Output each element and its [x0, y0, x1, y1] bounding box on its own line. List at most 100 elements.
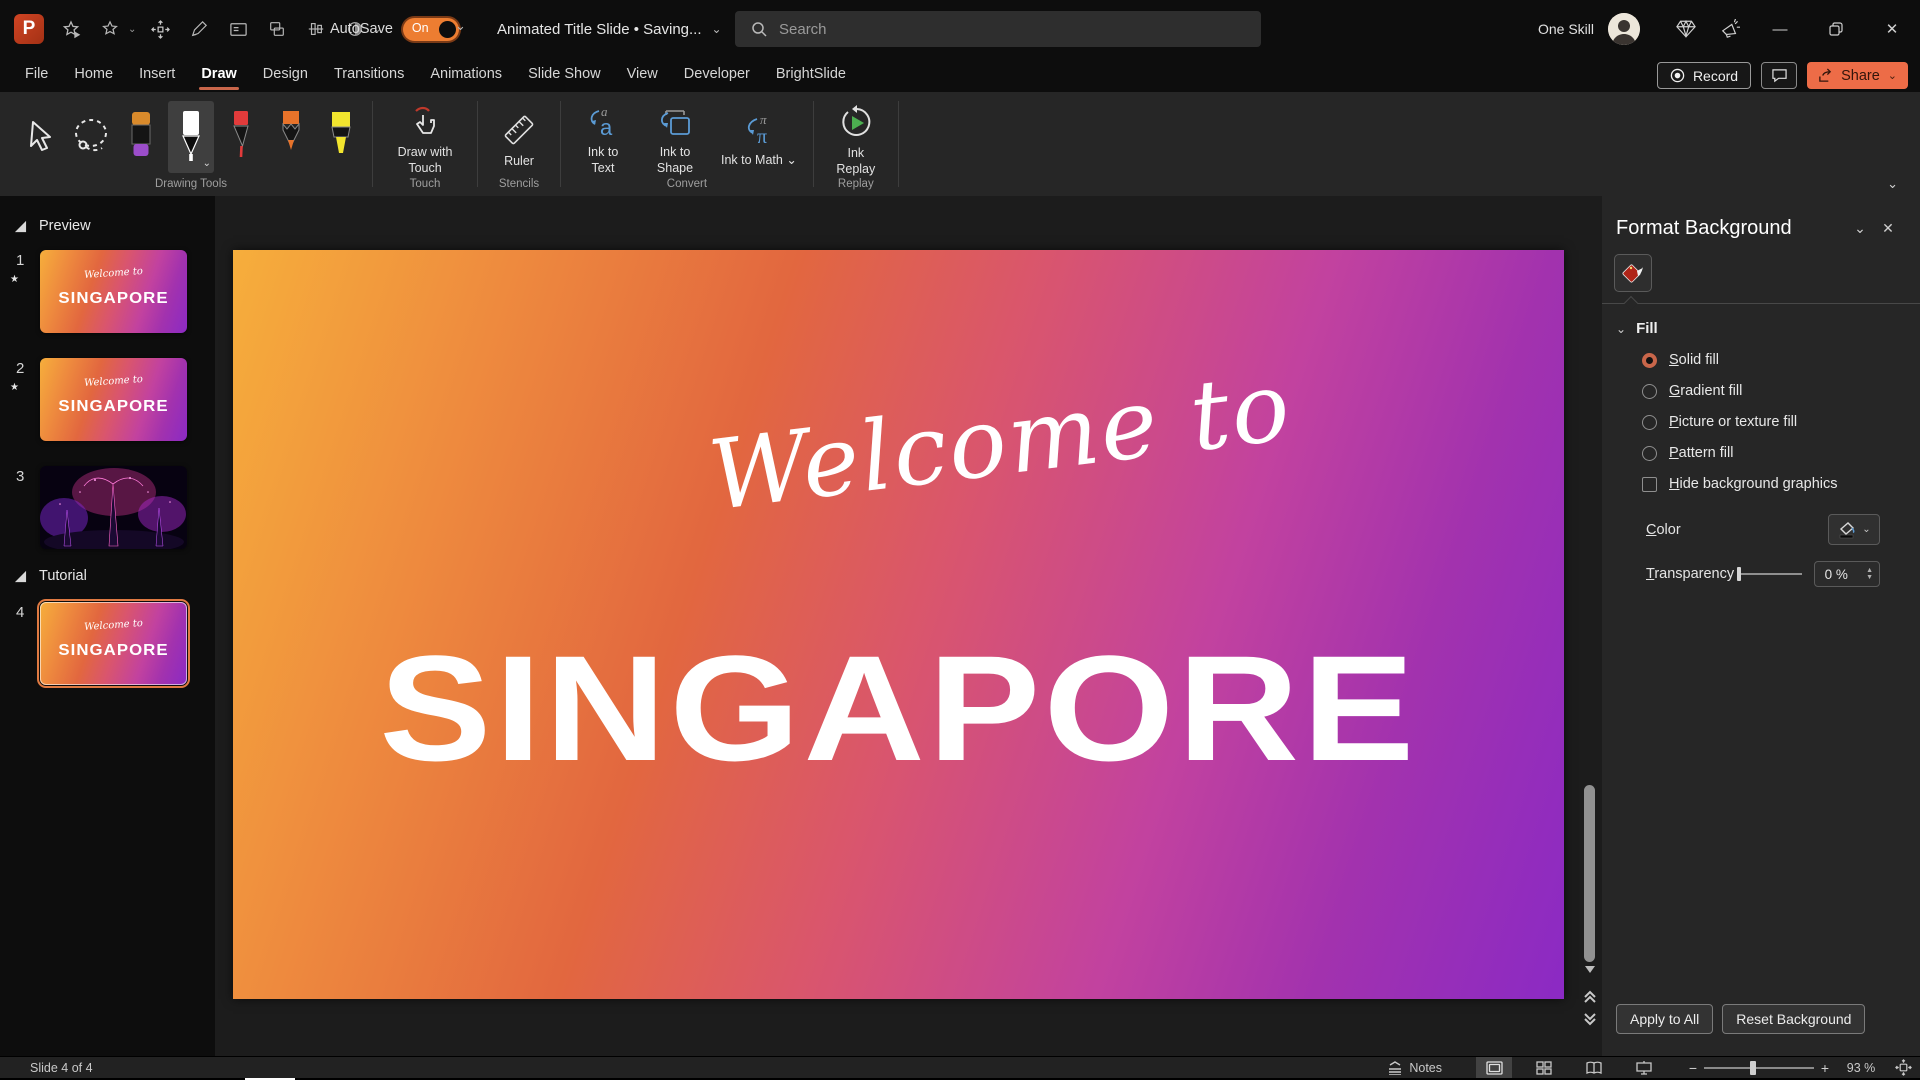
panel-close-icon[interactable]: ✕ [1874, 216, 1902, 240]
collapse-ribbon-chevron-icon[interactable]: ⌄ [1887, 176, 1898, 192]
option-label[interactable]: Hide background graphics [1669, 476, 1837, 492]
powerpoint-logo[interactable]: P [14, 14, 44, 44]
pen-red-tool[interactable] [218, 101, 264, 173]
eraser-tool[interactable] [118, 101, 164, 173]
feedback-megaphone-icon[interactable] [1708, 0, 1752, 58]
add-animation-star-icon[interactable] [95, 14, 125, 44]
autosave-toggle[interactable]: On [403, 18, 459, 41]
zoom-out-button[interactable]: − [1682, 1060, 1704, 1076]
slide-show-view-button[interactable] [1626, 1057, 1662, 1079]
reading-view-button[interactable] [1576, 1057, 1612, 1079]
slide-3-thumbnail-photo[interactable] [40, 466, 187, 549]
share-button[interactable]: Share ⌄ [1807, 62, 1908, 89]
radio-icon[interactable] [1642, 415, 1657, 430]
option-hide-background-graphics[interactable]: Hide background graphics [1642, 476, 1900, 492]
fit-slide-to-window-button[interactable] [1886, 1057, 1920, 1079]
duplicate-slide-icon[interactable] [262, 14, 292, 44]
animation-star-icon[interactable]: ★ [10, 382, 18, 393]
transparency-value[interactable]: 0 % [1815, 567, 1866, 582]
transparency-spinbox[interactable]: 0 % ▲▼ [1814, 561, 1880, 587]
section-header-tutorial[interactable]: Tutorial [14, 568, 87, 584]
ink-replay-button[interactable]: Ink Replay [822, 96, 890, 177]
close-button[interactable]: ✕ [1864, 0, 1920, 58]
comments-button[interactable] [1761, 62, 1797, 89]
checkbox-icon[interactable] [1642, 477, 1657, 492]
radio-selected-icon[interactable] [1642, 353, 1657, 368]
move-object-icon[interactable] [145, 14, 175, 44]
tab-insert[interactable]: Insert [126, 58, 188, 92]
zoom-level[interactable]: 93 % [1836, 1061, 1886, 1075]
pen-options-chevron-icon[interactable]: ⌄ [203, 158, 211, 169]
slide-script-text[interactable]: Welcome to [703, 350, 1297, 532]
tab-view[interactable]: View [614, 58, 671, 92]
premium-diamond-icon[interactable] [1664, 0, 1708, 58]
color-dropdown-button[interactable]: ⌄ [1828, 514, 1880, 545]
tab-brightslide[interactable]: BrightSlide [763, 58, 859, 92]
toolbar-options-chevron-icon[interactable]: ⌄ [455, 18, 466, 34]
search-input[interactable] [779, 21, 1209, 38]
slide-1-thumbnail[interactable]: Welcome to SINGAPORE [40, 250, 187, 333]
zoom-slider-track[interactable] [1704, 1067, 1814, 1069]
radio-icon[interactable] [1642, 446, 1657, 461]
slide-title-text[interactable]: SINGAPORE [153, 622, 1644, 795]
slider-handle[interactable] [1737, 567, 1741, 581]
account-name[interactable]: One Skill [1538, 21, 1594, 37]
notes-button[interactable]: Notes [1377, 1057, 1452, 1079]
zoom-slider-handle[interactable] [1750, 1061, 1756, 1075]
fill-bucket-tab[interactable] [1614, 254, 1652, 292]
tab-design[interactable]: Design [250, 58, 321, 92]
panel-collapse-chevron-icon[interactable]: ⌄ [1846, 216, 1874, 240]
option-label[interactable]: Pattern fill [1669, 445, 1733, 461]
option-label[interactable]: Gradient fill [1669, 383, 1742, 399]
spinner-arrows[interactable]: ▲▼ [1866, 568, 1879, 581]
chevron-down-icon[interactable]: ⌄ [128, 24, 136, 35]
slide-layout-icon[interactable] [223, 14, 253, 44]
tab-developer[interactable]: Developer [671, 58, 763, 92]
ink-to-shape-button[interactable]: Ink to Shape [639, 97, 711, 176]
ink-to-math-button[interactable]: π π Ink to Math ⌄ [713, 105, 805, 169]
slider-track[interactable] [1737, 573, 1801, 575]
pen-white-tool[interactable]: ⌄ [168, 101, 214, 173]
tab-animations[interactable]: Animations [417, 58, 515, 92]
document-title[interactable]: Animated Title Slide • Saving... ⌄ [497, 0, 722, 58]
option-solid-fill[interactable]: Solid fill [1642, 352, 1900, 368]
option-pattern-fill[interactable]: Pattern fill [1642, 445, 1900, 461]
align-objects-icon[interactable] [301, 14, 331, 44]
section-header-preview[interactable]: Preview [14, 218, 91, 234]
draw-with-touch-button[interactable]: Draw with Touch [381, 97, 469, 176]
restore-button[interactable] [1808, 0, 1864, 58]
slide-canvas[interactable]: Welcome to SINGAPORE [233, 250, 1564, 999]
tab-home[interactable]: Home [61, 58, 126, 92]
select-tool[interactable] [18, 101, 64, 173]
slide-sorter-view-button[interactable] [1526, 1057, 1562, 1079]
transparency-slider[interactable] [1737, 566, 1801, 582]
minimize-button[interactable]: — [1752, 0, 1808, 58]
vertical-scrollbar-thumb[interactable] [1584, 785, 1595, 962]
ink-pen-icon[interactable] [184, 14, 214, 44]
highlighter-yellow-tool[interactable] [318, 101, 364, 173]
tab-slide-show[interactable]: Slide Show [515, 58, 614, 92]
ruler-button[interactable]: Ruler [486, 104, 552, 170]
option-label[interactable]: Solid fill [1669, 352, 1719, 368]
preview-animations-star-icon[interactable] [56, 14, 86, 44]
slide-2-thumbnail[interactable]: Welcome to SINGAPORE [40, 358, 187, 441]
radio-icon[interactable] [1642, 384, 1657, 399]
zoom-slider[interactable] [1704, 1061, 1814, 1075]
option-label[interactable]: Picture or texture fill [1669, 414, 1797, 430]
previous-slide-button[interactable] [1581, 988, 1599, 1006]
record-button[interactable]: Record [1657, 62, 1751, 89]
animation-star-icon[interactable]: ★ [10, 274, 18, 285]
pencil-orange-tool[interactable] [268, 101, 314, 173]
normal-view-button[interactable] [1476, 1057, 1512, 1079]
lasso-select-tool[interactable] [68, 101, 114, 173]
next-slide-button[interactable] [1581, 1010, 1599, 1028]
avatar[interactable] [1608, 13, 1640, 45]
option-picture-or-texture-fill[interactable]: Picture or texture fill [1642, 414, 1900, 430]
zoom-in-button[interactable]: + [1814, 1060, 1836, 1076]
tab-draw[interactable]: Draw [188, 58, 249, 92]
tab-transitions[interactable]: Transitions [321, 58, 417, 92]
option-gradient-fill[interactable]: Gradient fill [1642, 383, 1900, 399]
ink-to-text-button[interactable]: a a Ink to Text [569, 97, 637, 176]
apply-to-all-button[interactable]: Apply to All [1616, 1004, 1713, 1034]
search-box[interactable] [735, 11, 1261, 47]
